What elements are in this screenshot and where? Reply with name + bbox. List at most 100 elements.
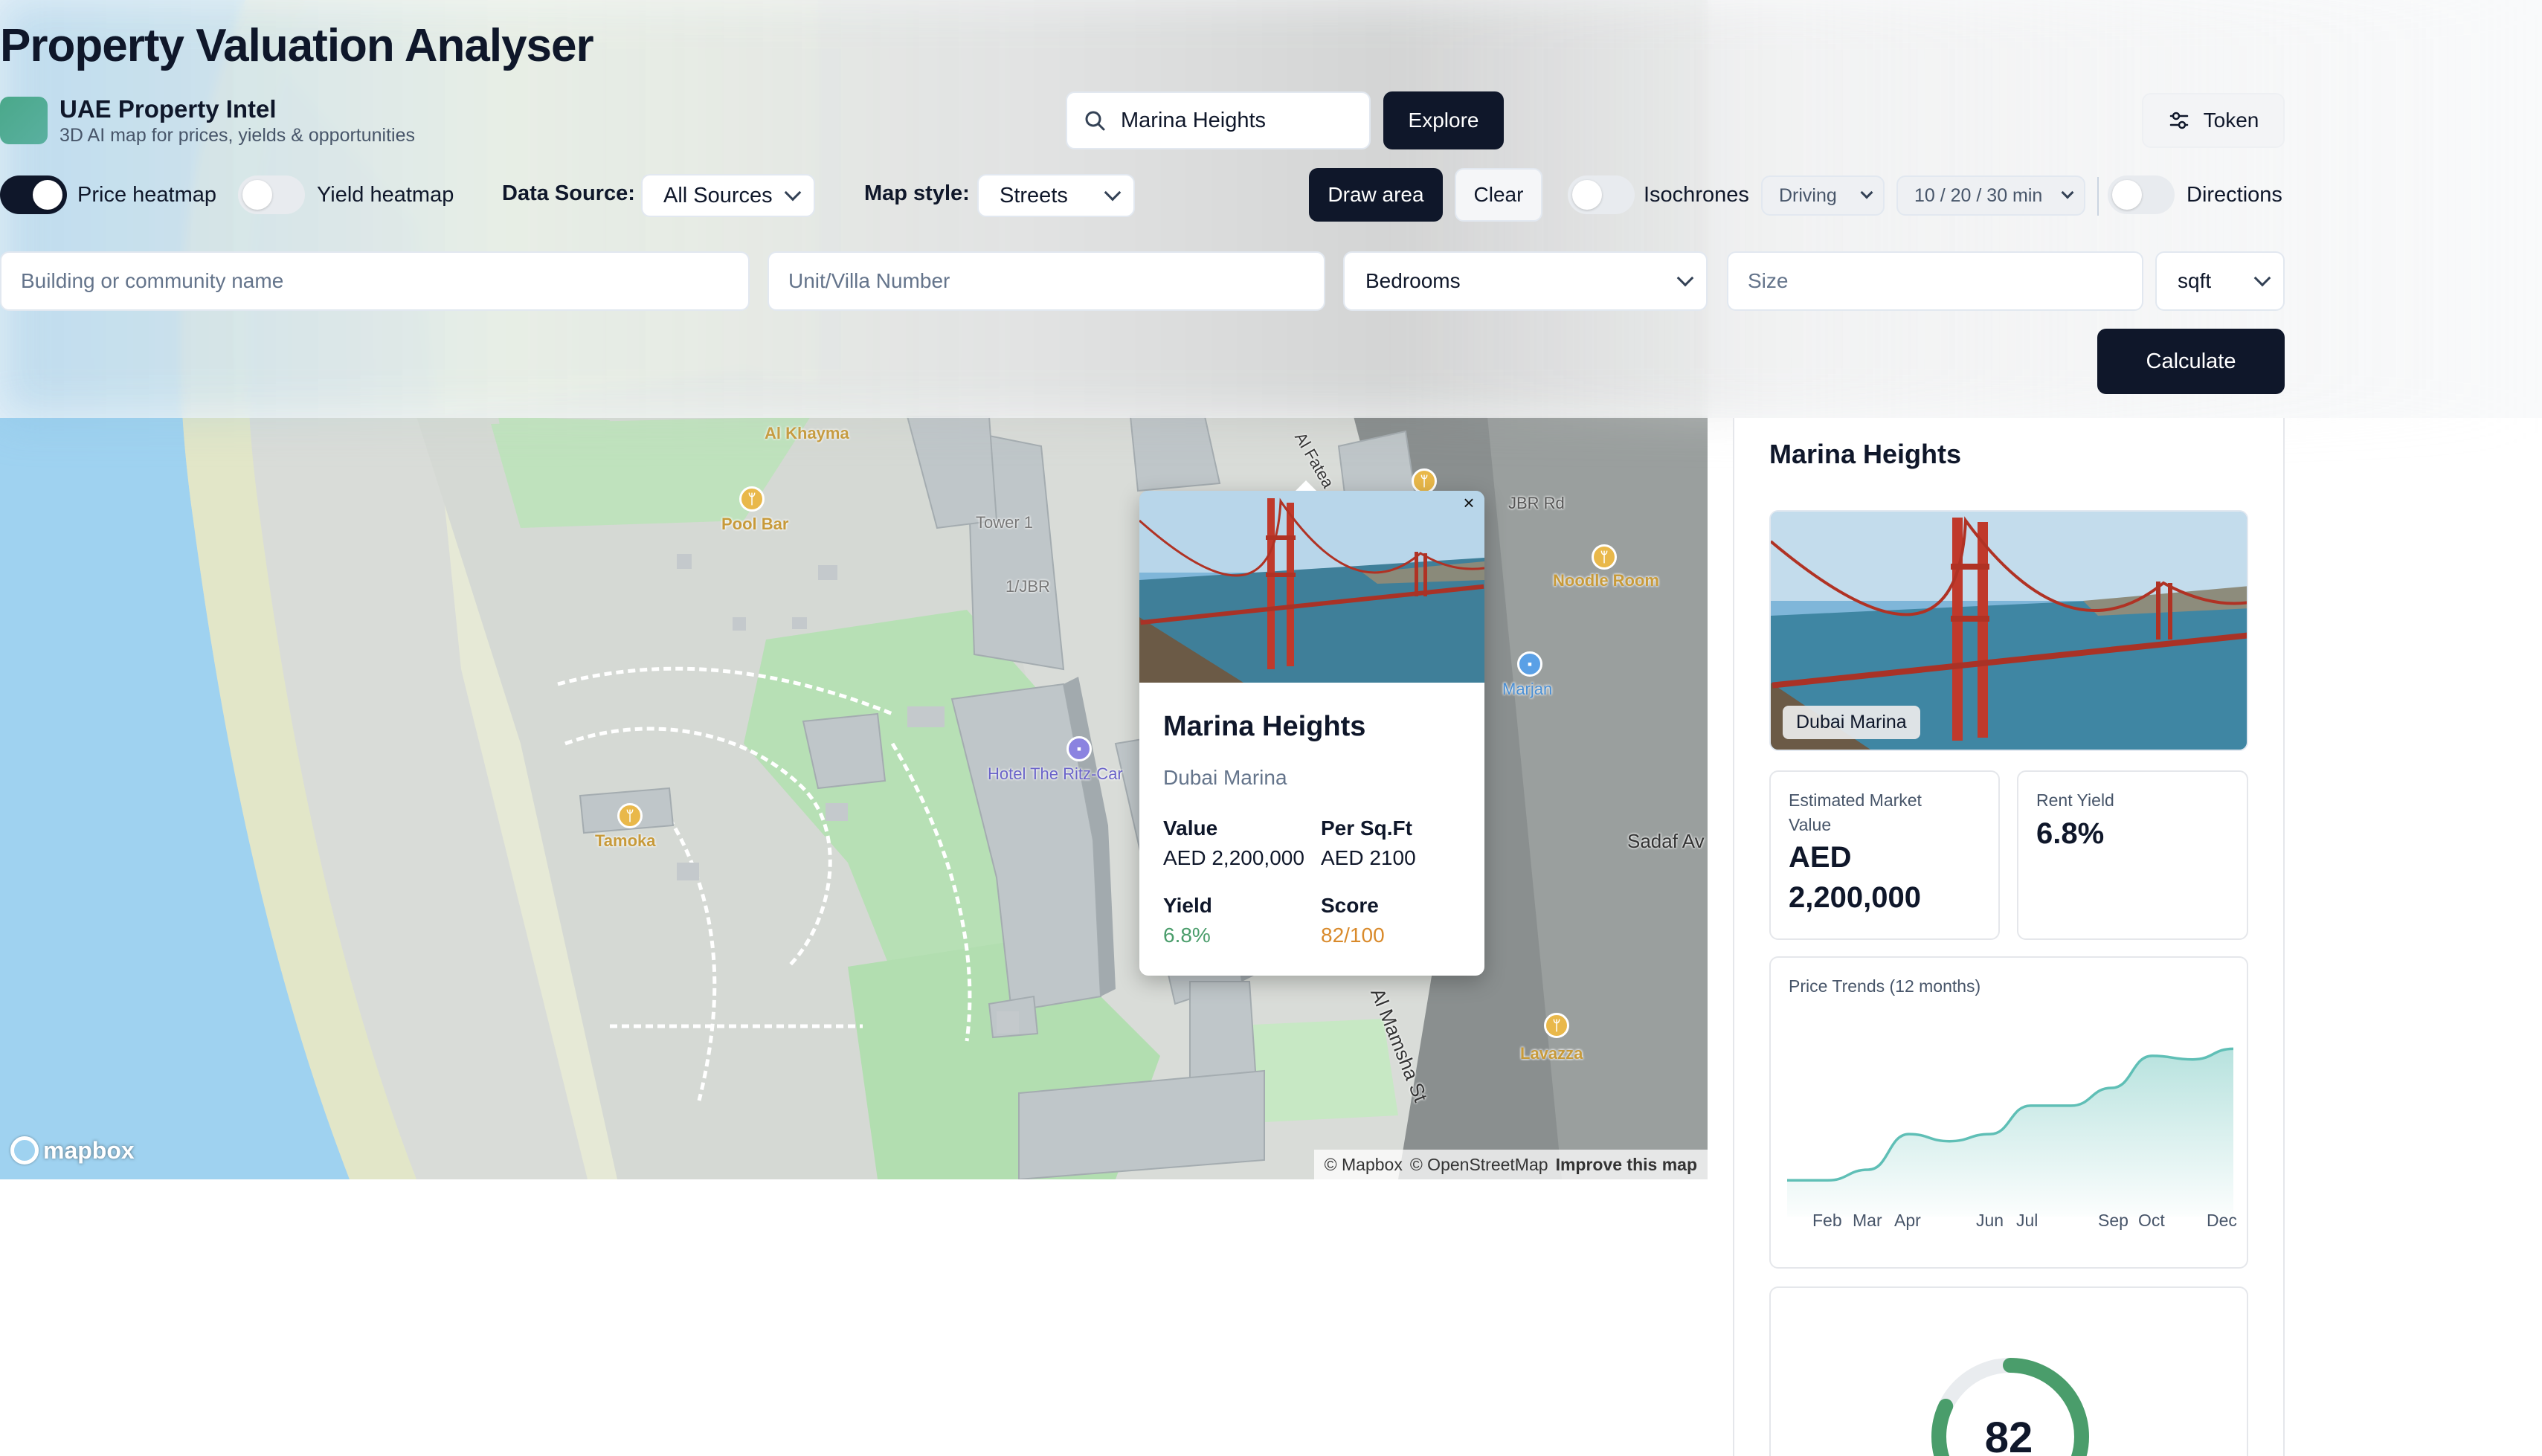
popup-score-label: Score [1321, 894, 1379, 917]
map-label-noodle-room: Noodle Room [1553, 571, 1659, 590]
chevron-down-icon [1860, 186, 1873, 199]
chevron-down-icon [784, 184, 802, 202]
search-icon [1085, 111, 1105, 131]
toggle-knob [33, 180, 62, 210]
popup-score: 82/100 [1321, 924, 1385, 947]
data-source-label: Data Source: [502, 181, 635, 205]
trend-area [1787, 1048, 2233, 1217]
data-source-value: All Sources [663, 183, 773, 207]
directions-toggle[interactable] [2108, 175, 2175, 214]
yield-heatmap-label: Yield heatmap [317, 183, 454, 207]
estimated-value-amount: 2,200,000 [1789, 881, 1921, 914]
building-name-field[interactable]: Building or community name [0, 251, 750, 311]
toggle-knob [2112, 180, 2142, 210]
trend-month-label: Apr [1894, 1211, 1921, 1230]
calculate-button[interactable]: Calculate [2097, 329, 2285, 394]
map-style-select[interactable]: Streets [977, 174, 1135, 217]
attribution-osm-link[interactable]: © OpenStreetMap [1410, 1155, 1548, 1175]
clear-button[interactable]: Clear [1455, 168, 1542, 222]
price-trends-title: Price Trends (12 months) [1789, 976, 1981, 996]
estimated-value-card: Estimated Market Value AED 2,200,000 [1769, 770, 2000, 940]
photo-location-tag: Dubai Marina [1783, 706, 1920, 739]
property-popup: × Marina Heights Dubai Marina Value AED … [1139, 491, 1484, 976]
popup-value: AED 2,200,000 [1163, 846, 1304, 869]
trend-month-label: Dec [2207, 1211, 2237, 1230]
trend-month-label: Oct [2138, 1211, 2165, 1230]
mapbox-logo[interactable]: mapbox [10, 1136, 135, 1165]
data-source-select[interactable]: All Sources [641, 174, 815, 217]
popup-subtitle: Dubai Marina [1163, 766, 1287, 789]
restaurant-pin-icon[interactable]: ᛘ [1592, 544, 1617, 570]
panel-title: Marina Heights [1769, 439, 1962, 469]
restaurant-pin-icon[interactable]: ᛘ [1544, 1013, 1569, 1038]
panel-property-photo: Dubai Marina [1769, 510, 2248, 751]
sliders-icon [2169, 112, 2188, 129]
trend-month-label: Jul [2016, 1211, 2039, 1230]
rent-yield-value: 6.8% [2036, 817, 2105, 850]
size-unit-select[interactable]: sqft [2155, 251, 2285, 311]
travel-mode-value: Driving [1779, 184, 1837, 206]
score-card: 82 [1769, 1286, 2248, 1456]
trend-month-label: Jun [1976, 1211, 2004, 1230]
mapbox-logo-icon [10, 1136, 39, 1165]
price-trend-chart [1787, 1047, 2233, 1217]
map-label-al-khayma: Al Khayma [765, 424, 849, 442]
popup-yield: 6.8% [1163, 924, 1211, 947]
attribution-mapbox-link[interactable]: © Mapbox [1325, 1155, 1403, 1175]
time-range-select[interactable]: 10 / 20 / 30 min [1896, 175, 2085, 216]
trend-month-label: Sep [2098, 1211, 2128, 1230]
size-field[interactable]: Size [1727, 251, 2143, 311]
improve-map-link[interactable]: Improve this map [1556, 1155, 1697, 1175]
property-photo [1139, 491, 1484, 683]
map-label-sadaf: Sadaf Av [1627, 830, 1705, 852]
price-trends-card: Price Trends (12 months) Feb Mar Apr Jun… [1769, 956, 2248, 1269]
directions-label: Directions [2187, 183, 2282, 207]
token-button[interactable]: Token [2142, 93, 2285, 148]
estimated-value-currency: AED [1789, 841, 1852, 874]
bedrooms-select[interactable]: Bedrooms [1343, 251, 1708, 311]
time-range-value: 10 / 20 / 30 min [1914, 184, 2043, 206]
trend-month-label: Feb [1812, 1211, 1842, 1230]
restaurant-pin-icon[interactable]: ᛘ [739, 486, 765, 512]
restaurant-pin-icon[interactable]: ᛘ [617, 803, 643, 828]
trend-month-label: Mar [1853, 1211, 1882, 1230]
popup-title: Marina Heights [1163, 711, 1366, 742]
chevron-down-icon [1104, 184, 1122, 202]
bedrooms-value: Bedrooms [1365, 269, 1461, 292]
popup-value-label: Value [1163, 816, 1218, 840]
price-heatmap-toggle[interactable] [0, 175, 67, 214]
toolbar-divider [2097, 177, 2099, 216]
restaurant-pin-icon[interactable]: ᛘ [1412, 468, 1437, 494]
rent-yield-label: Rent Yield [2036, 790, 2114, 810]
isochrones-toggle[interactable] [1568, 175, 1635, 214]
building-name-placeholder: Building or community name [21, 269, 284, 292]
toggle-knob [242, 180, 272, 210]
chevron-down-icon [1676, 269, 1694, 287]
chevron-down-icon [2253, 269, 2271, 287]
map-attribution: © Mapbox © OpenStreetMap Improve this ma… [1313, 1150, 1708, 1179]
token-button-label: Token [2203, 109, 2259, 132]
brand-logo-icon [0, 97, 48, 144]
hotel-pin-icon[interactable]: ▪ [1066, 736, 1092, 761]
unit-number-field[interactable]: Unit/Villa Number [768, 251, 1325, 311]
mapbox-logo-text: mapbox [43, 1136, 135, 1164]
price-heatmap-label: Price heatmap [77, 183, 216, 207]
yield-heatmap-toggle[interactable] [238, 175, 305, 214]
popup-close-icon[interactable]: × [1458, 492, 1480, 515]
hotel-pin-icon[interactable]: ▪ [1517, 651, 1542, 677]
search-input[interactable] [1121, 108, 1344, 133]
unit-number-placeholder: Unit/Villa Number [788, 269, 950, 292]
map-style-value: Streets [1000, 183, 1068, 207]
rent-yield-card: Rent Yield 6.8% [2017, 770, 2248, 940]
popup-yield-label: Yield [1163, 894, 1212, 917]
brand-tagline: 3D AI map for prices, yields & opportuni… [59, 125, 416, 146]
page-title: Property Valuation Analyser [0, 20, 594, 71]
explore-button[interactable]: Explore [1383, 91, 1504, 149]
travel-mode-select[interactable]: Driving [1761, 175, 1885, 216]
draw-area-button[interactable]: Draw area [1309, 168, 1443, 222]
search-field[interactable] [1066, 91, 1371, 149]
map-label-tower1: Tower 1 [976, 513, 1034, 532]
map-style-label: Map style: [864, 181, 970, 205]
toggle-knob [1572, 180, 1602, 210]
map-label-pool-bar: Pool Bar [721, 515, 789, 533]
